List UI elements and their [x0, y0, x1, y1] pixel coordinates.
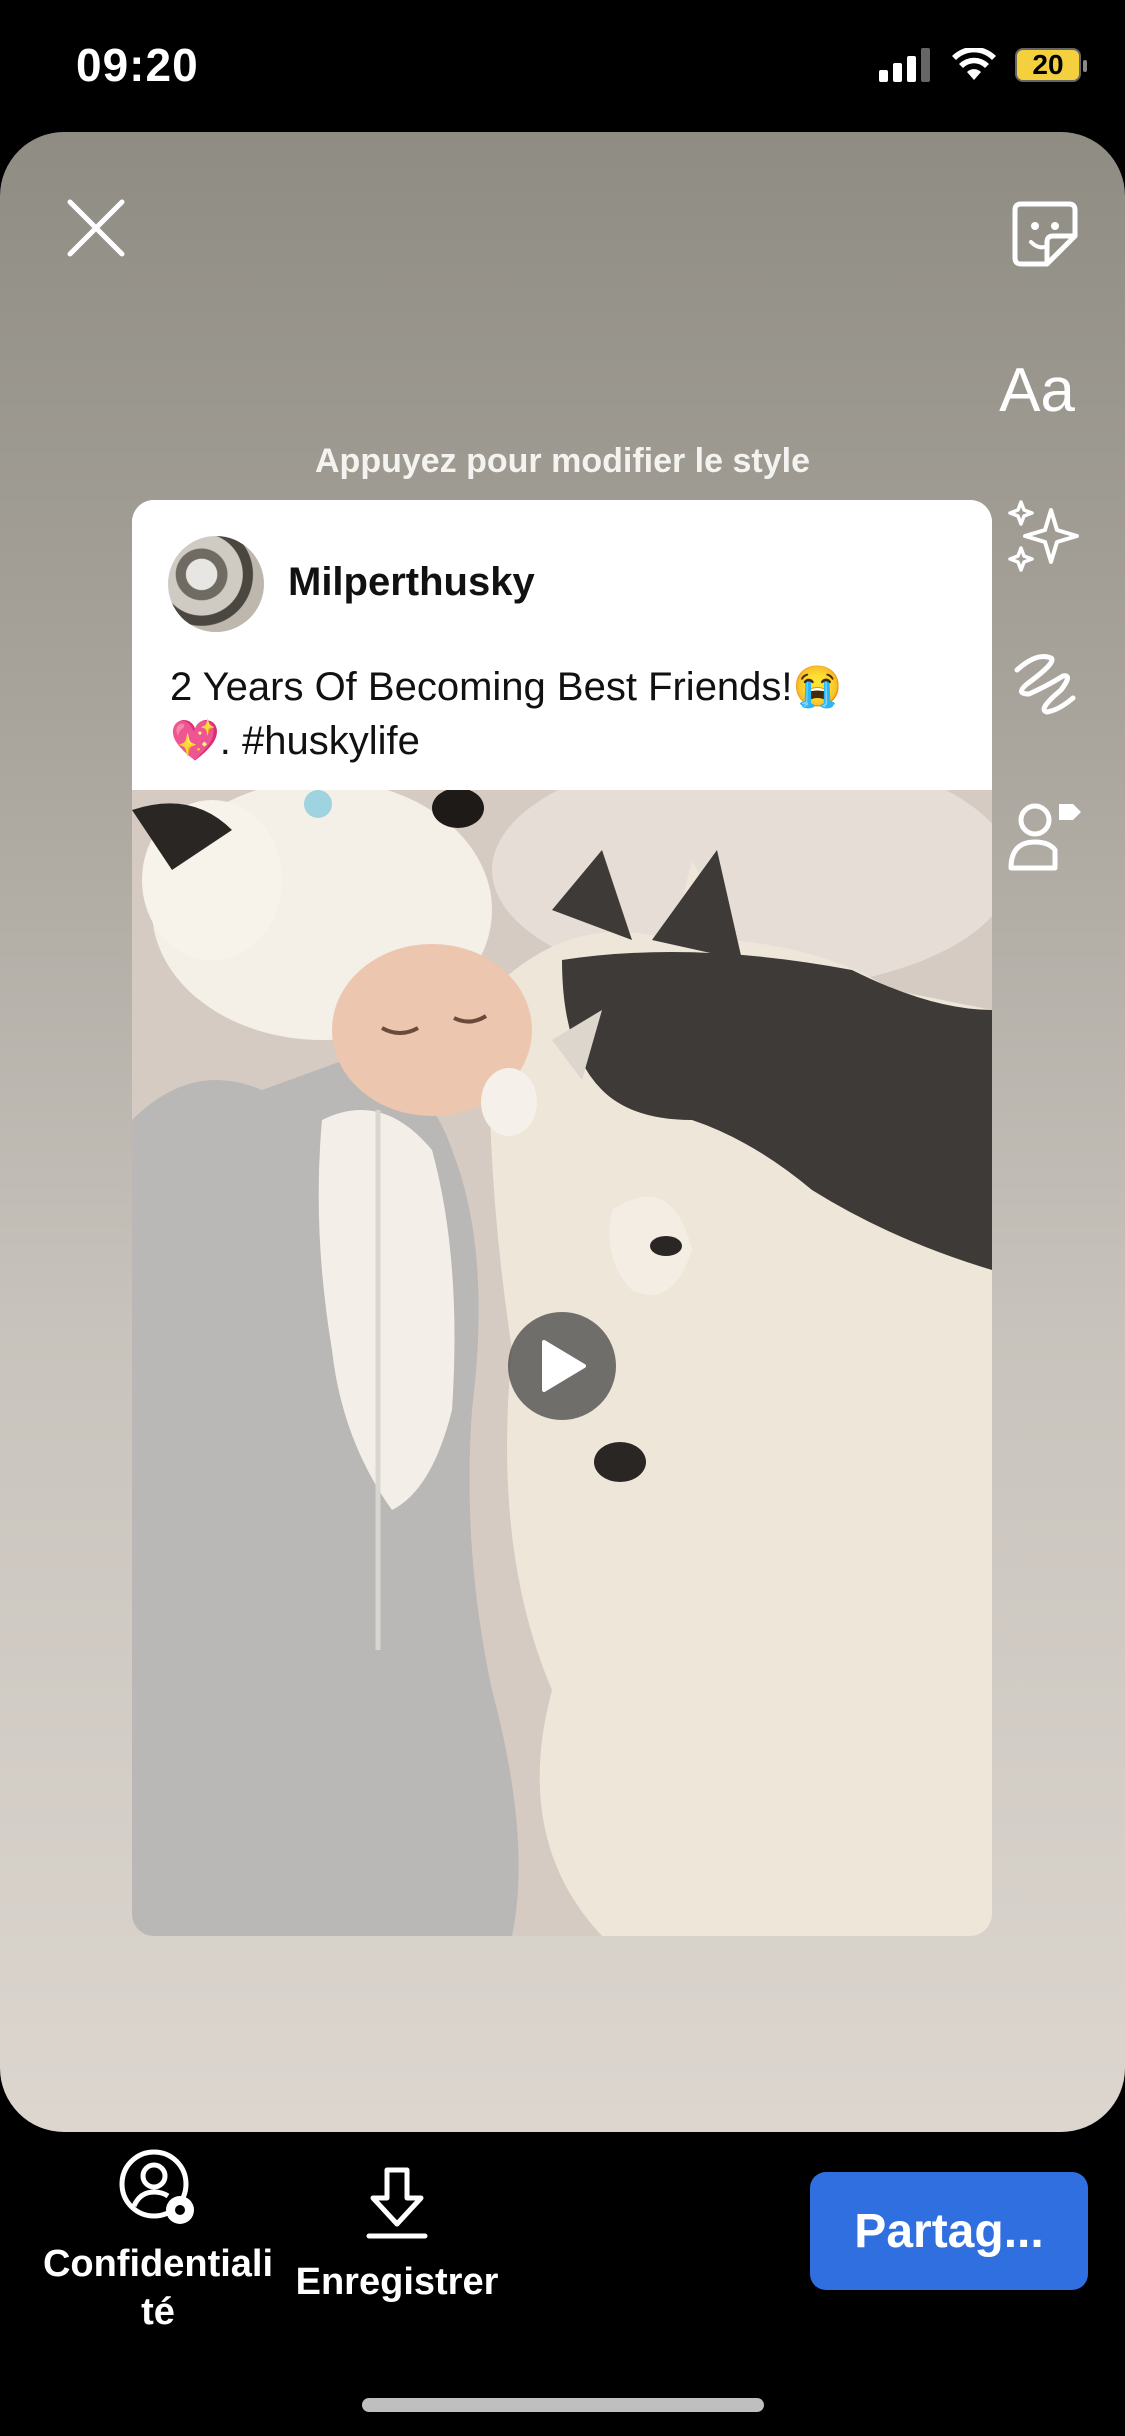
home-indicator — [362, 2398, 764, 2412]
tag-people-button[interactable] — [1003, 792, 1087, 876]
text-icon: Aa — [999, 355, 1075, 425]
caption-line-2: 💖. #huskylife — [170, 719, 420, 763]
draw-button[interactable] — [1003, 642, 1087, 726]
privacy-settings-icon — [119, 2149, 194, 2224]
privacy-label-line-2: té — [141, 2291, 175, 2333]
caption-line-1: 2 Years Of Becoming Best Friends!😭 — [170, 665, 843, 709]
post-username: Milperthusky — [288, 560, 535, 604]
style-hint: Appuyez pour modifier le style — [315, 442, 810, 480]
status-time: 09:20 — [76, 39, 199, 91]
privacy-button[interactable]: Confidentiali té — [20, 2146, 296, 2336]
sticker-button[interactable] — [1003, 192, 1087, 276]
play-button[interactable] — [508, 1312, 616, 1420]
play-icon — [542, 1340, 586, 1392]
close-button[interactable] — [60, 192, 132, 264]
privacy-label-line-1: Confidentiali — [42, 2243, 274, 2285]
tag-people-icon — [1008, 803, 1081, 871]
download-icon — [366, 2167, 428, 2239]
post-media[interactable] — [132, 790, 992, 1936]
effects-icon — [1008, 500, 1079, 572]
battery-indicator: 20 — [1015, 48, 1087, 82]
cellular-signal-icon — [879, 48, 930, 82]
text-tool-button[interactable]: Aa — [987, 348, 1087, 432]
save-button[interactable]: Enregistrer — [282, 2166, 512, 2306]
wifi-icon — [952, 48, 996, 80]
sticker-icon — [1012, 201, 1078, 267]
avatar — [168, 536, 264, 632]
effects-button[interactable] — [1003, 494, 1087, 578]
status-icons: 20 — [879, 48, 1087, 82]
post-card[interactable]: Milperthusky 2 Years Of Becoming Best Fr… — [132, 500, 992, 1936]
post-header: Milperthusky 2 Years Of Becoming Best Fr… — [132, 500, 992, 790]
save-label: Enregistrer — [295, 2261, 499, 2303]
share-button[interactable]: Partag... — [810, 2172, 1088, 2290]
draw-icon — [1014, 654, 1076, 715]
post-caption: 2 Years Of Becoming Best Friends!😭 💖. #h… — [170, 660, 950, 768]
close-icon — [67, 199, 125, 257]
story-canvas[interactable]: Aa Appuyez pour modifier le style Milper… — [0, 132, 1125, 2132]
